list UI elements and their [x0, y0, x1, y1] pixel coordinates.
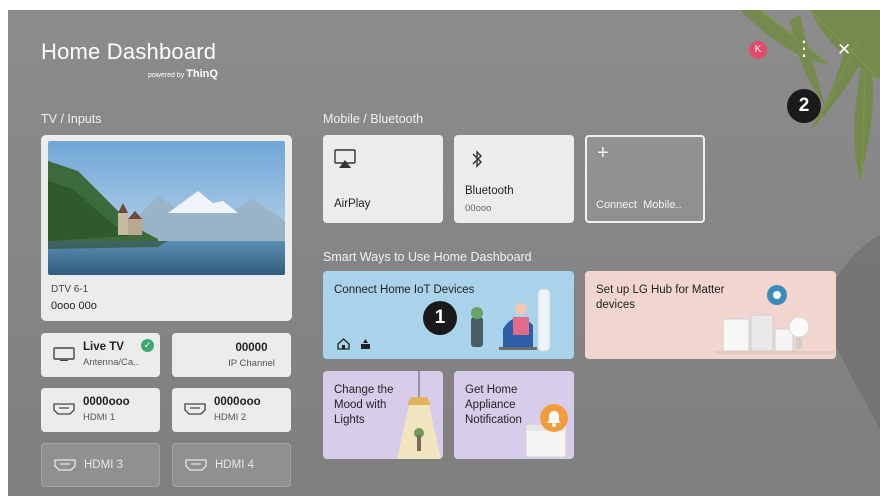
input-hdmi-2-label: 0000ooo [214, 396, 261, 408]
bluetooth-label: Bluetooth [465, 185, 514, 197]
hdmi-icon [53, 403, 75, 415]
tv-preview-image [48, 141, 285, 275]
input-hdmi-2-sub: HDMI 2 [214, 412, 247, 423]
airplay-card[interactable]: AirPlay [323, 135, 443, 223]
input-hdmi-3[interactable]: HDMI 3 [41, 443, 160, 487]
input-live-tv-label: Live TV [83, 341, 124, 353]
page-title: Home Dashboard [41, 39, 217, 64]
input-hdmi-1-sub: HDMI 1 [83, 412, 116, 423]
palm-leaves-decoration [740, 10, 880, 430]
input-hdmi-4-label: HDMI 4 [215, 459, 254, 471]
devices-icon [361, 339, 370, 349]
iot-illustration [471, 288, 551, 352]
callout-badge-2: 2 [787, 89, 821, 123]
input-live-tv-sub: Antenna/Ca.. [83, 357, 139, 368]
input-ip-channel-label: 00000 [235, 342, 268, 354]
bluetooth-icon [472, 150, 482, 168]
profile-avatar[interactable]: K [749, 41, 767, 59]
airplay-label: AirPlay [334, 198, 371, 210]
section-label-smart: Smart Ways to Use Home Dashboard [323, 250, 532, 264]
powered-by-thinq: powered by ThinQ [148, 68, 218, 80]
tv-preview-card[interactable]: DTV 6-1 0ooo 00o [41, 135, 292, 321]
section-label-mobile: Mobile / Bluetooth [323, 112, 424, 126]
connect-mobile-card[interactable]: + Connect Mobile.. [585, 135, 705, 223]
input-hdmi-1-label: 0000ooo [83, 396, 130, 408]
close-icon[interactable]: ✕ [837, 41, 851, 58]
hdmi-icon [184, 403, 206, 415]
tv-icon [53, 347, 75, 361]
input-ip-channel-sub: IP Channel [228, 358, 275, 369]
smart-card-lights[interactable]: Change the Mood with Lights [323, 371, 443, 459]
home-dashboard-screen: Home Dashboard powered by ThinQ K ⋮ ✕ 2 … [8, 10, 880, 496]
airplay-icon [334, 149, 356, 168]
callout-badge-1: 1 [423, 301, 457, 335]
matter-hub-illustration [715, 285, 835, 354]
tv-channel-label: DTV 6-1 [51, 284, 89, 295]
more-options-icon[interactable]: ⋮ [794, 39, 814, 59]
bluetooth-sub: 00ooo [465, 203, 492, 214]
hdmi-icon [54, 459, 76, 471]
input-hdmi-1[interactable]: 0000ooo HDMI 1 [41, 388, 160, 432]
smart-card-matter[interactable]: Set up LG Hub for Matter devices [585, 271, 836, 359]
home-icon [337, 338, 350, 350]
plus-icon: + [597, 142, 609, 164]
section-label-tv-inputs: TV / Inputs [41, 112, 102, 126]
checkmark-icon: ✓ [141, 339, 154, 352]
input-hdmi-3-label: HDMI 3 [84, 459, 123, 471]
lamp-illustration [397, 371, 441, 459]
connect-mobile-label: Connect Mobile.. [596, 199, 682, 211]
input-ip-channel[interactable]: 00000 IP Channel [172, 333, 291, 377]
input-live-tv[interactable]: Live TV Antenna/Ca.. ✓ [41, 333, 160, 377]
hdmi-icon [185, 459, 207, 471]
input-hdmi-4[interactable]: HDMI 4 [172, 443, 291, 487]
bell-icon [540, 404, 568, 432]
tv-program-label: 0ooo 00o [51, 300, 97, 312]
bluetooth-card[interactable]: Bluetooth 00ooo [454, 135, 574, 223]
smart-card-iot-title: Connect Home IoT Devices [334, 284, 475, 296]
input-hdmi-2[interactable]: 0000ooo HDMI 2 [172, 388, 291, 432]
smart-card-notification[interactable]: Get Home Appliance Notification [454, 371, 574, 459]
